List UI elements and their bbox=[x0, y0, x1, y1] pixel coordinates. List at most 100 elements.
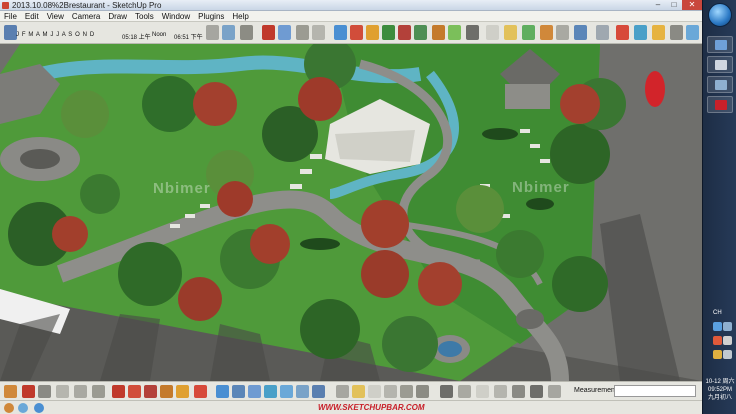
axes-icon[interactable] bbox=[440, 385, 453, 398]
taskbar-clock[interactable]: 10-12 周六 09:52PM 九月初八 bbox=[703, 378, 736, 402]
shaded-icon[interactable] bbox=[312, 25, 325, 40]
text-tool-icon[interactable] bbox=[416, 385, 429, 398]
monochrome-style-icon[interactable] bbox=[548, 385, 561, 398]
flag-tray-icon[interactable] bbox=[713, 350, 722, 359]
top-view-icon[interactable] bbox=[366, 25, 379, 40]
credits-icon[interactable] bbox=[18, 403, 28, 413]
zoom-icon[interactable] bbox=[248, 385, 261, 398]
previous-view-icon[interactable] bbox=[296, 385, 309, 398]
offset-tool-icon[interactable] bbox=[194, 385, 207, 398]
line-tool-icon[interactable] bbox=[38, 385, 51, 398]
follow-me-icon[interactable] bbox=[160, 385, 173, 398]
push-pull-icon[interactable] bbox=[112, 385, 125, 398]
section-plane-icon[interactable] bbox=[222, 25, 235, 40]
material-icon[interactable] bbox=[616, 25, 629, 40]
eraser-icon[interactable] bbox=[352, 385, 365, 398]
maximize-button[interactable]: □ bbox=[666, 0, 682, 10]
help-icon[interactable] bbox=[686, 25, 699, 40]
scale-tool-icon[interactable] bbox=[176, 385, 189, 398]
front-view-icon[interactable] bbox=[382, 25, 395, 40]
monochrome-icon[interactable] bbox=[334, 25, 347, 40]
instructor-status-icon[interactable] bbox=[34, 403, 44, 413]
menu-file[interactable]: File bbox=[0, 11, 21, 21]
layer-icon[interactable] bbox=[556, 25, 569, 40]
taskbar-app-sketchup[interactable] bbox=[707, 96, 733, 113]
next-view-icon[interactable] bbox=[312, 385, 325, 398]
protractor-icon[interactable] bbox=[400, 385, 413, 398]
volume-tray-icon[interactable] bbox=[723, 350, 732, 359]
preferences-icon[interactable] bbox=[670, 25, 683, 40]
menu-tools[interactable]: Tools bbox=[131, 11, 158, 21]
title-bar[interactable]: 2013.10.08%2Brestaurant - SketchUp Pro –… bbox=[0, 0, 702, 11]
pencil-icon[interactable] bbox=[22, 385, 35, 398]
left-view-icon[interactable] bbox=[432, 25, 445, 40]
antivirus-tray-icon[interactable] bbox=[713, 336, 722, 345]
3d-text-icon[interactable] bbox=[458, 385, 471, 398]
clock-time: 09:52PM bbox=[707, 387, 732, 393]
menu-window[interactable]: Window bbox=[158, 11, 194, 21]
measurements-input[interactable] bbox=[614, 385, 696, 397]
pan-icon[interactable] bbox=[232, 385, 245, 398]
rotate-tool-icon[interactable] bbox=[144, 385, 157, 398]
component-icon[interactable] bbox=[486, 25, 499, 40]
right-view-icon[interactable] bbox=[398, 25, 411, 40]
status-bar: WWW.SKETCHUPBAR.COM bbox=[0, 400, 702, 414]
wireframe-icon[interactable] bbox=[278, 25, 291, 40]
paint-bucket-icon[interactable] bbox=[336, 385, 349, 398]
style-icon[interactable] bbox=[466, 25, 479, 40]
clock-lunar: 九月初八 bbox=[707, 395, 732, 401]
camera-icon[interactable] bbox=[262, 25, 275, 40]
close-button[interactable]: ✕ bbox=[682, 0, 702, 10]
wireframe-style-icon[interactable] bbox=[476, 385, 489, 398]
move-tool-icon[interactable] bbox=[128, 385, 141, 398]
input-language[interactable]: CH bbox=[713, 310, 722, 316]
dynamic-component-icon[interactable] bbox=[522, 25, 535, 40]
fog-icon[interactable] bbox=[206, 25, 219, 40]
taskbar-app-3[interactable] bbox=[707, 76, 733, 93]
window-title: 2013.10.08%2Brestaurant - SketchUp Pro bbox=[12, 1, 162, 10]
rectangle-tool-icon[interactable] bbox=[74, 385, 87, 398]
start-button[interactable] bbox=[708, 3, 732, 27]
arc-tool-icon[interactable] bbox=[56, 385, 69, 398]
help-tray-icon[interactable] bbox=[713, 322, 722, 331]
orbit-icon[interactable] bbox=[216, 385, 229, 398]
tape-measure-icon[interactable] bbox=[368, 385, 381, 398]
hidden-line-style-icon[interactable] bbox=[494, 385, 507, 398]
menu-bar: File Edit View Camera Draw Tools Window … bbox=[0, 11, 702, 22]
minimize-button[interactable]: – bbox=[650, 0, 666, 10]
sunset-time: 06:51 下午 bbox=[174, 35, 203, 41]
dimension-icon[interactable] bbox=[384, 385, 397, 398]
circle-tool-icon[interactable] bbox=[92, 385, 105, 398]
sandbox-icon[interactable] bbox=[504, 25, 517, 40]
iso-view-icon[interactable] bbox=[350, 25, 363, 40]
taskbar-app-2[interactable] bbox=[707, 56, 733, 73]
shadow-month-slider[interactable]: J F M A M J J A S O N D bbox=[16, 32, 95, 38]
taskbar-app-1[interactable] bbox=[707, 36, 733, 53]
zoom-window-icon[interactable] bbox=[264, 385, 277, 398]
menu-draw[interactable]: Draw bbox=[104, 11, 131, 21]
3d-viewport[interactable]: Nbimer Nbimer bbox=[0, 44, 702, 381]
instructor-icon[interactable] bbox=[652, 25, 665, 40]
textured-style-icon[interactable] bbox=[530, 385, 543, 398]
menu-help[interactable]: Help bbox=[228, 11, 252, 21]
menu-plugins[interactable]: Plugins bbox=[194, 11, 228, 21]
back-view-icon[interactable] bbox=[414, 25, 427, 40]
geo-location-icon[interactable] bbox=[4, 403, 14, 413]
menu-edit[interactable]: Edit bbox=[21, 11, 43, 21]
texture-icon[interactable] bbox=[448, 25, 461, 40]
network-tray-icon[interactable] bbox=[723, 336, 732, 345]
menu-view[interactable]: View bbox=[43, 11, 68, 21]
shaded-style-icon[interactable] bbox=[512, 385, 525, 398]
xray-icon[interactable] bbox=[240, 25, 253, 40]
solid-tools-icon[interactable] bbox=[540, 25, 553, 40]
explorer-icon bbox=[715, 60, 727, 70]
scene-icon[interactable] bbox=[574, 25, 587, 40]
zoom-extents-icon[interactable] bbox=[280, 385, 293, 398]
hidden-line-icon[interactable] bbox=[296, 25, 309, 40]
ime-tray-icon[interactable] bbox=[723, 322, 732, 331]
entity-info-icon[interactable] bbox=[634, 25, 647, 40]
sketchup-icon bbox=[715, 100, 727, 110]
outliner-icon[interactable] bbox=[596, 25, 609, 40]
select-tool-icon[interactable] bbox=[4, 385, 17, 398]
menu-camera[interactable]: Camera bbox=[68, 11, 104, 21]
